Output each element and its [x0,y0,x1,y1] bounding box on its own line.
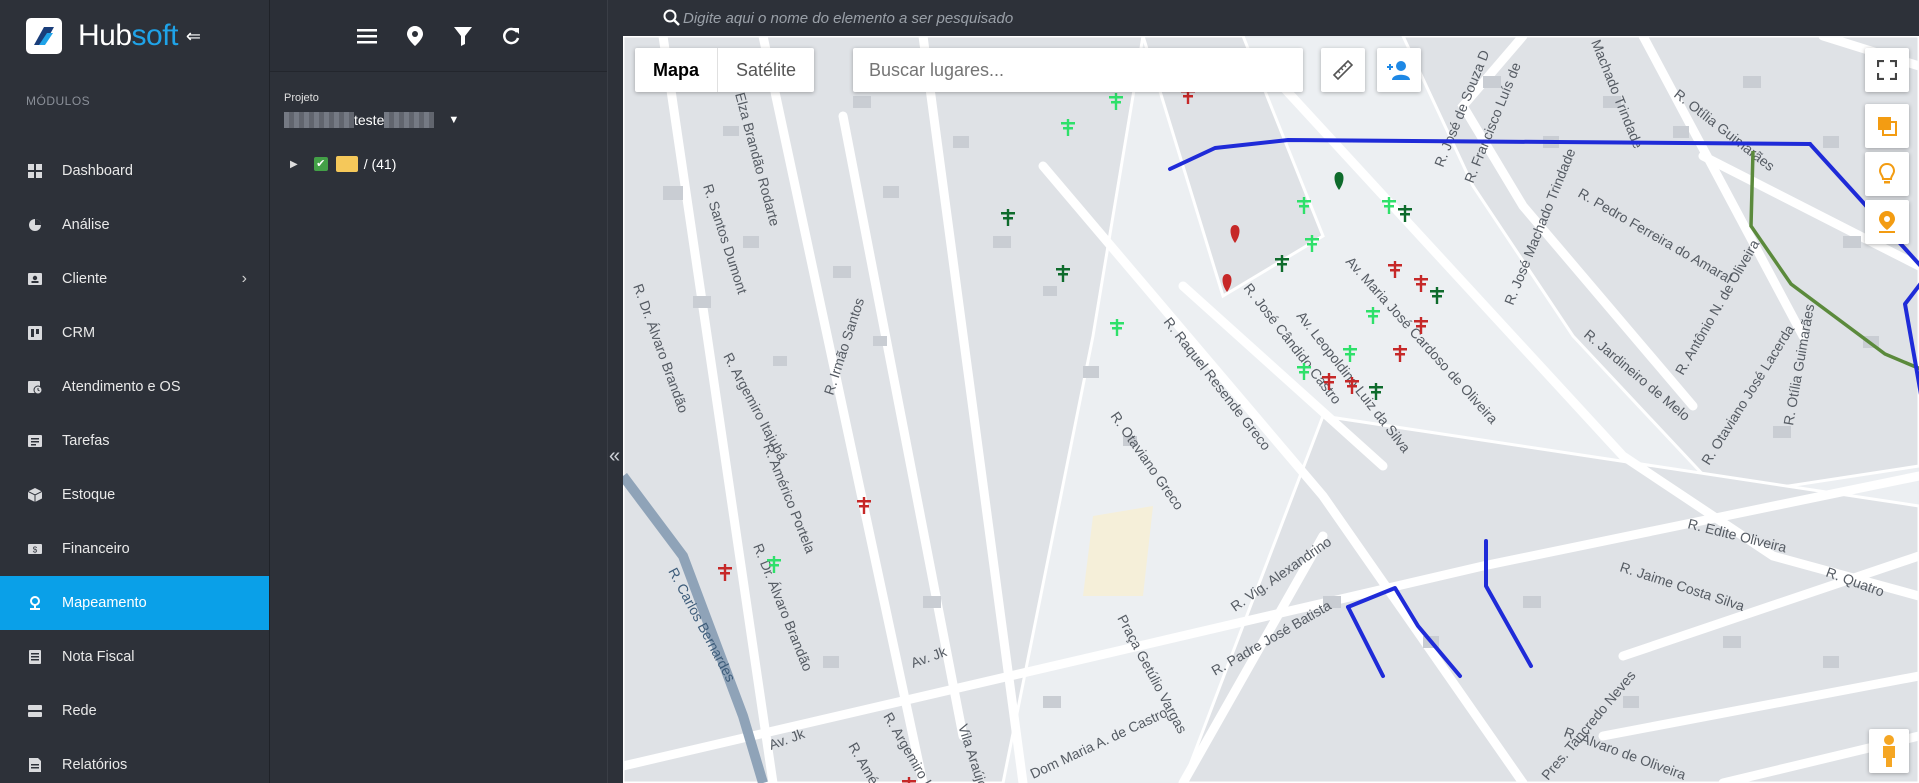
location-marker-icon[interactable] [1865,200,1909,244]
sidebar-item-label: Cliente [62,271,108,287]
svg-text:$: $ [33,546,38,555]
hubsoft-logo-icon [26,18,62,54]
expand-arrow-icon[interactable]: ▶ [290,159,298,170]
chevron-right-icon: › [241,270,247,287]
sidebar-item-dashboard[interactable]: Dashboard [0,144,269,198]
panel-toolbar [270,0,607,72]
map-canvas[interactable]: Elza Brandão Rodarte R. Santos Dumont R.… [623,36,1919,783]
contact-card-icon [28,272,42,286]
folder-icon [335,156,358,172]
add-user-icon[interactable] [1377,48,1421,92]
sidebar-item-label: Análise [62,217,110,233]
project-select[interactable]: teste ▼ [284,108,484,132]
sidebar-item-crm[interactable]: CRM [0,306,269,360]
sidebar-item-estoque[interactable]: Estoque [0,468,269,522]
sidebar-item-cliente[interactable]: Cliente › [0,252,269,306]
fullscreen-icon[interactable] [1865,48,1909,92]
sidebar-item-relatorios[interactable]: Relatórios [0,738,269,783]
sidebar-item-rede[interactable]: Rede [0,684,269,738]
search-icon [663,9,680,26]
map-type-satelite-button[interactable]: Satélite [718,48,814,92]
money-icon: $ [28,542,42,556]
sidebar-item-label: Estoque [62,487,116,503]
sidebar-item-label: Nota Fiscal [62,649,135,665]
sidebar-item-mapeamento[interactable]: Mapeamento [0,576,269,630]
grid-icon [28,164,42,178]
menu-icon[interactable] [354,23,380,49]
tree-root-node[interactable]: ▶ ✔ / (41) [270,132,607,172]
street-view-pegman-icon[interactable] [1869,729,1909,773]
sidebar-item-nota-fiscal[interactable]: Nota Fiscal [0,630,269,684]
sidebar-item-label: CRM [62,325,96,341]
map-type-toggle[interactable]: Mapa Satélite [635,48,815,92]
project-panel: Projeto teste ▼ ▶ ✔ / (41) [269,0,607,783]
collapse-sidebar-icon[interactable]: ⇐ [186,26,201,47]
pie-chart-icon [28,218,42,232]
sidebar-item-atendimento[interactable]: Atendimento e OS [0,360,269,414]
ruler-icon[interactable] [1321,48,1365,92]
task-list-icon [28,434,42,448]
caret-down-icon: ▼ [448,114,460,126]
redacted-text [284,112,354,128]
sidebar-item-label: Rede [62,703,97,719]
sidebar-item-analise[interactable]: Análise [0,198,269,252]
box-icon [27,488,43,502]
element-search-bar[interactable]: Digite aqui o nome do elemento a ser pes… [623,0,1919,36]
map-marker-icon[interactable] [402,23,428,49]
sidebar-item-label: Atendimento e OS [62,379,181,395]
sidebar-item-label: Financeiro [62,541,130,557]
logo-area: Hubsoft ⇐ [0,0,269,72]
modules-section-label: MÓDULOS [26,94,91,108]
element-search-input[interactable]: Digite aqui o nome do elemento a ser pes… [683,10,1013,27]
layers-icon[interactable] [1865,104,1909,148]
kanban-icon [28,326,42,340]
report-icon [28,758,42,772]
sidebar-item-financeiro[interactable]: $ Financeiro [0,522,269,576]
map-type-mapa-button[interactable]: Mapa [635,48,717,92]
tree-root-label: / (41) [363,156,397,172]
checkbox-checked-icon[interactable]: ✔ [313,157,328,171]
calendar-clock-icon [28,380,43,395]
server-icon [28,704,42,718]
project-label: Projeto [284,92,319,104]
map-layer[interactable]: Elza Brandão Rodarte R. Santos Dumont R.… [623,36,1919,783]
filter-icon[interactable] [450,23,476,49]
invoice-icon [28,650,42,664]
sidebar-item-label: Tarefas [62,433,110,449]
panel-divider[interactable] [607,0,623,783]
collapse-panel-icon[interactable]: « [609,445,620,468]
sidebar-item-label: Relatórios [62,757,128,773]
sidebar-item-label: Dashboard [62,163,133,179]
map-pin-icon [28,596,42,610]
place-search-input[interactable]: Buscar lugares... [853,48,1303,92]
project-value: teste [354,112,385,128]
sidebar: Hubsoft ⇐ MÓDULOS Dashboard Análise Clie… [0,0,269,783]
lightbulb-icon[interactable] [1865,152,1909,196]
refresh-icon[interactable] [498,23,524,49]
brand-name: Hubsoft [78,19,178,52]
sidebar-item-label: Mapeamento [62,595,147,611]
sidebar-item-tarefas[interactable]: Tarefas [0,414,269,468]
redacted-text [384,112,435,128]
